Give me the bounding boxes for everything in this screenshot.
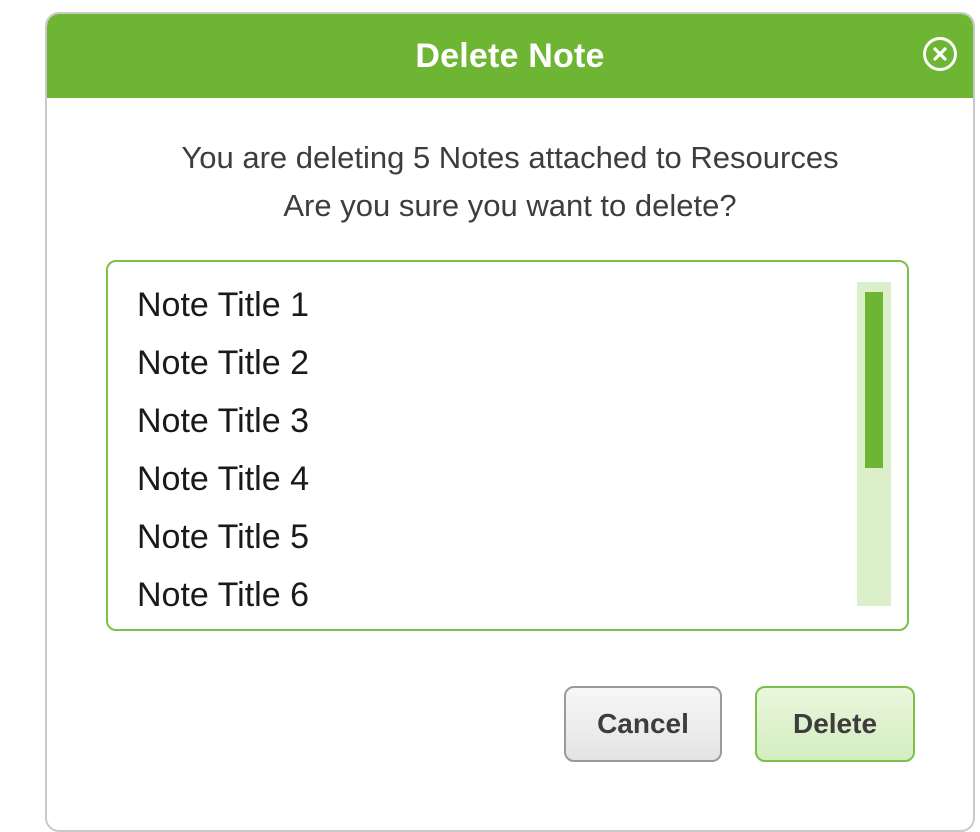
delete-note-dialog: Delete Note You are deleting 5 Notes att… [45, 12, 975, 832]
list-item: Note Title 3 [137, 402, 309, 440]
dialog-titlebar: Delete Note [47, 14, 973, 98]
cancel-button[interactable]: Cancel [564, 686, 722, 762]
scrollbar-track[interactable] [857, 282, 891, 606]
list-item: Note Title 2 [137, 344, 309, 382]
list-item: Note Title 5 [137, 518, 309, 556]
list-item: Note Title 6 [137, 576, 309, 614]
list-item: Note Title 1 [137, 286, 309, 324]
dialog-title: Delete Note [415, 37, 605, 75]
notes-list-box[interactable]: Note Title 1 Note Title 2 Note Title 3 N… [106, 260, 909, 631]
scrollbar-thumb[interactable] [865, 292, 883, 468]
close-icon[interactable] [923, 37, 957, 71]
list-item: Note Title 4 [137, 460, 309, 498]
delete-button[interactable]: Delete [755, 686, 915, 762]
message-line-1: You are deleting 5 Notes attached to Res… [181, 140, 839, 175]
notes-list: Note Title 1 Note Title 2 Note Title 3 N… [137, 276, 309, 624]
dialog-message: You are deleting 5 Notes attached to Res… [47, 134, 973, 230]
message-line-2: Are you sure you want to delete? [283, 188, 737, 223]
